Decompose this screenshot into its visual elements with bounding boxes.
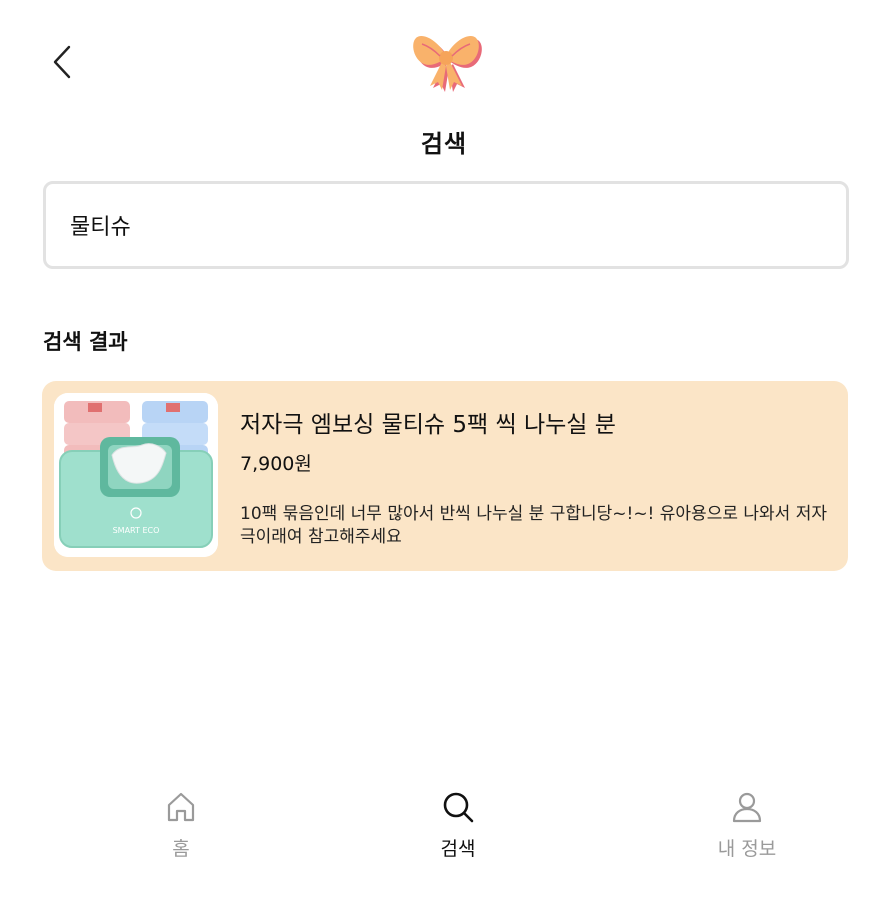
search-icon bbox=[443, 792, 474, 823]
result-price: 7,900원 bbox=[240, 453, 312, 475]
nav-search[interactable]: 검색 bbox=[398, 790, 518, 870]
page-title: 검색 bbox=[420, 130, 468, 158]
results-section-title: 검색 결과 bbox=[43, 330, 128, 354]
home-icon bbox=[167, 792, 195, 822]
result-description: 10팩 묶음인데 너무 많아서 반씩 나누실 분 구합니당~!~! 유아용으로 … bbox=[240, 504, 827, 547]
nav-home[interactable]: 홈 bbox=[121, 790, 241, 870]
nav-home-label: 홈 bbox=[172, 838, 190, 860]
ribbon-bow-icon bbox=[413, 36, 482, 92]
wet-wipes-image: SMART ECO bbox=[54, 393, 218, 557]
product-thumbnail: SMART ECO bbox=[54, 393, 218, 557]
chevron-left-icon bbox=[53, 45, 71, 79]
thumb-brand-label: SMART ECO bbox=[113, 526, 160, 535]
nav-search-label: 검색 bbox=[440, 838, 476, 860]
search-box[interactable] bbox=[43, 181, 849, 269]
back-button[interactable] bbox=[40, 38, 84, 86]
bottom-nav: 홈 검색 내 정보 bbox=[0, 780, 888, 890]
nav-profile-label: 내 정보 bbox=[717, 838, 777, 860]
result-card[interactable]: SMART ECO 저자극 엠보싱 물티슈 5팩 씩 나누실 분 7,900원 … bbox=[42, 381, 848, 571]
search-input[interactable] bbox=[46, 184, 846, 266]
search-page: 검색 검색 결과 bbox=[0, 0, 888, 902]
result-title[interactable]: 저자극 엠보싱 물티슈 5팩 씩 나누실 분 bbox=[240, 405, 616, 439]
nav-profile[interactable]: 내 정보 bbox=[687, 790, 807, 870]
user-icon bbox=[732, 792, 762, 823]
